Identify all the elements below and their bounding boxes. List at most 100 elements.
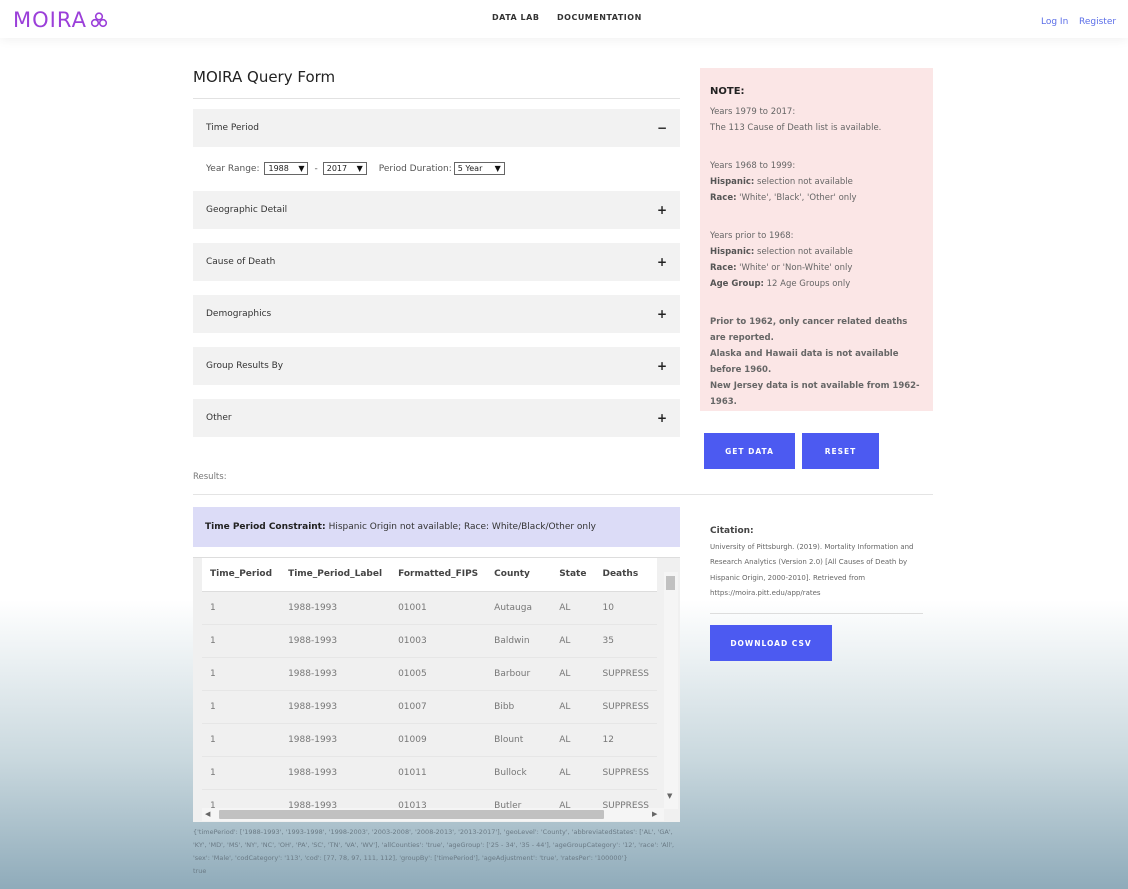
table-cell: 1: [202, 591, 281, 625]
vertical-scrollbar[interactable]: ▼: [664, 572, 678, 809]
expand-icon[interactable]: +: [657, 255, 667, 269]
table-cell: 1: [202, 789, 281, 809]
column-header[interactable]: Time_Period: [202, 558, 281, 592]
collapse-icon[interactable]: −: [657, 121, 667, 135]
note-bold-label: Race:: [710, 263, 737, 273]
table-cell: 1: [202, 690, 281, 724]
expand-icon[interactable]: +: [657, 307, 667, 321]
get-data-button[interactable]: GET DATA: [704, 433, 795, 469]
start-year-select[interactable]: 1988 ▼: [264, 162, 309, 175]
table-cell: SUPPRESS: [594, 690, 657, 724]
expand-icon[interactable]: +: [657, 359, 667, 373]
citation-block: Citation: University of Pittsburgh. (201…: [710, 524, 925, 602]
section-time-period[interactable]: Time Period −: [193, 109, 680, 147]
table-row: 1 1988-1993 01009 Blount AL 12: [202, 723, 657, 757]
period-duration-select[interactable]: 5 Year ▼: [453, 162, 505, 175]
table-cell: Blount: [486, 723, 552, 757]
table-cell: SUPPRESS: [594, 657, 657, 691]
vertical-scroll-thumb[interactable]: [666, 576, 675, 590]
download-csv-button[interactable]: DOWNLOAD CSV: [710, 625, 832, 661]
expand-icon[interactable]: +: [657, 203, 667, 217]
start-year-value: 1988: [268, 164, 289, 173]
table-cell: 1988-1993: [280, 624, 391, 658]
table-cell: 1: [202, 624, 281, 658]
note-line: The 113 Cause of Death list is available…: [710, 123, 882, 133]
reset-button[interactable]: RESET: [802, 433, 879, 469]
table-cell: AL: [551, 723, 595, 757]
column-header[interactable]: Time_Period_Label: [280, 558, 391, 592]
register-link[interactable]: Register: [1079, 17, 1116, 27]
citation-text: University of Pittsburgh. (2019). Mortal…: [710, 542, 914, 598]
table-header-row: Time_Period Time_Period_Label Formatted_…: [202, 558, 657, 592]
table-cell: 01003: [390, 624, 487, 658]
table-row: 1 1988-1993 01001 Autauga AL 10: [202, 591, 657, 625]
period-duration-value: 5 Year: [457, 164, 483, 173]
table-cell: AL: [551, 591, 595, 625]
note-warning: New Jersey data is not available from 19…: [710, 381, 920, 407]
note-text: 'White' or 'Non-White' only: [736, 263, 853, 273]
scroll-right-arrow-icon[interactable]: ▶: [652, 810, 657, 818]
column-header[interactable]: Formatted_FIPS: [390, 558, 487, 592]
top-navigation-bar: MOIRA DATA LAB DOCUMENTATION Log In Regi…: [0, 0, 1128, 38]
time-period-constraint-alert: Time Period Constraint: Hispanic Origin …: [193, 507, 680, 547]
title-divider: [193, 98, 680, 99]
note-line: Age Group: 12 Age Groups only: [710, 276, 923, 292]
login-link[interactable]: Log In: [1041, 17, 1068, 27]
note-line: Hispanic: selection not available: [710, 174, 923, 190]
column-header[interactable]: Deaths: [594, 558, 657, 592]
constraint-text: Hispanic Origin not available; Race: Whi…: [328, 522, 596, 532]
section-label: Time Period: [206, 123, 259, 133]
column-header[interactable]: State: [551, 558, 595, 592]
dropdown-arrow-icon: ▼: [356, 164, 363, 173]
horizontal-scroll-thumb[interactable]: [219, 810, 604, 819]
table-cell: 01005: [390, 657, 487, 691]
note-bold-label: Age Group:: [710, 279, 764, 289]
note-title: NOTE:: [710, 86, 745, 97]
table-cell: 35: [594, 624, 657, 658]
debug-line: true: [193, 867, 207, 875]
section-cause-of-death[interactable]: Cause of Death +: [193, 243, 680, 281]
table-row: 1 1988-1993 01013 Butler AL SUPPRESS: [202, 789, 657, 809]
table-row: 1 1988-1993 01011 Bullock AL SUPPRESS: [202, 756, 657, 790]
nav-documentation[interactable]: DOCUMENTATION: [557, 13, 642, 22]
page-title: MOIRA Query Form: [193, 68, 336, 86]
table-cell: 10: [594, 591, 657, 625]
results-label: Results:: [193, 472, 227, 482]
year-range-row: Year Range: 1988 ▼ - 2017 ▼ Period Duratio…: [206, 162, 511, 175]
table-cell: Butler: [486, 789, 552, 809]
note-bold-label: Hispanic:: [710, 247, 755, 257]
dropdown-arrow-icon: ▼: [494, 164, 501, 173]
table-cell: AL: [551, 657, 595, 691]
logo-text: MOIRA: [13, 8, 87, 32]
expand-icon[interactable]: +: [657, 411, 667, 425]
section-label: Group Results By: [206, 361, 284, 371]
scroll-down-arrow-icon[interactable]: ▼: [667, 792, 672, 800]
section-geographic-detail[interactable]: Geographic Detail +: [193, 191, 680, 229]
table-cell: 1988-1993: [280, 690, 391, 724]
table-cell: 01011: [390, 756, 487, 790]
table-cell: Bullock: [486, 756, 552, 790]
results-table-container[interactable]: Time_Period Time_Period_Label Formatted_…: [193, 557, 680, 822]
results-divider: [193, 494, 933, 495]
section-group-results-by[interactable]: Group Results By +: [193, 347, 680, 385]
horizontal-scrollbar[interactable]: ◀ ▶: [202, 808, 664, 821]
query-debug-output: {'timePeriod': ['1988-1993', '1993-1998'…: [193, 826, 683, 878]
section-label: Other: [206, 413, 232, 423]
table-cell: 12: [594, 723, 657, 757]
note-line: Years 1979 to 2017:: [710, 107, 796, 117]
note-line: Race: 'White', 'Black', 'Other' only: [710, 190, 923, 206]
scroll-left-arrow-icon[interactable]: ◀: [205, 810, 210, 818]
moira-logo[interactable]: MOIRA: [13, 8, 109, 32]
note-line: Hispanic: selection not available: [710, 244, 923, 260]
section-demographics[interactable]: Demographics +: [193, 295, 680, 333]
table-cell: AL: [551, 690, 595, 724]
citation-title: Citation:: [710, 526, 754, 536]
nav-data-lab[interactable]: DATA LAB: [492, 13, 539, 22]
note-panel: NOTE: Years 1979 to 2017: The 113 Cause …: [700, 68, 933, 411]
end-year-select[interactable]: 2017 ▼: [322, 162, 367, 175]
section-other[interactable]: Other +: [193, 399, 680, 437]
note-text: selection not available: [754, 177, 853, 187]
column-header[interactable]: County: [486, 558, 552, 592]
table-cell: AL: [551, 756, 595, 790]
note-text: 'White', 'Black', 'Other' only: [736, 193, 857, 203]
